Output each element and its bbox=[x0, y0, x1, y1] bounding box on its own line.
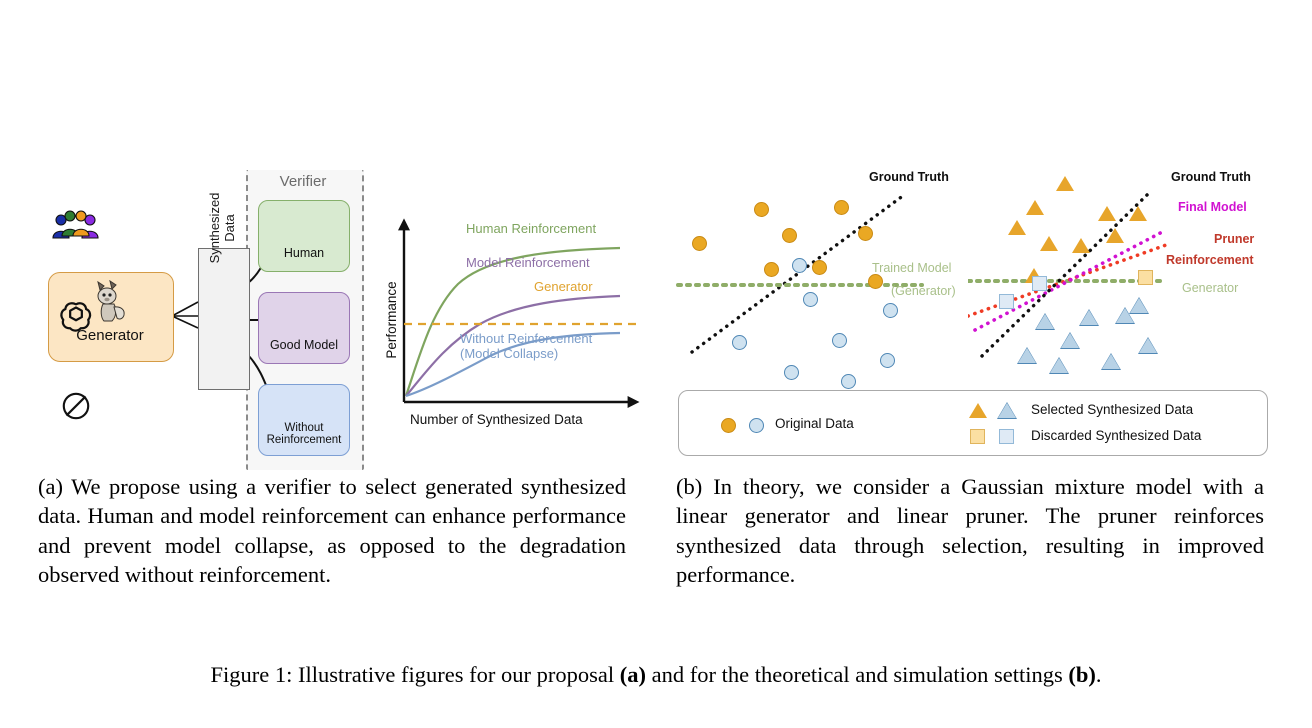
data-point-selected-orange bbox=[1008, 220, 1026, 235]
data-point-original-blue bbox=[784, 365, 799, 380]
data-point-discarded-blue bbox=[1032, 276, 1047, 291]
data-point-original-blue bbox=[880, 353, 895, 368]
verifier-card-good-model-label: Good Model bbox=[269, 338, 339, 352]
label-pruner: Pruner bbox=[1214, 232, 1255, 246]
data-point-original-orange bbox=[868, 274, 883, 289]
data-point-original-blue bbox=[792, 258, 807, 273]
verifier-card-human-label: Human bbox=[283, 246, 325, 260]
people-group-icon bbox=[30, 204, 122, 244]
legend-marker-discarded-orange bbox=[970, 429, 985, 444]
data-point-original-orange bbox=[692, 236, 707, 251]
data-point-selected-blue-fill bbox=[1061, 333, 1079, 348]
figure-1-root: Verifier Generator Synthesized Data Huma… bbox=[0, 0, 1312, 728]
data-point-original-blue bbox=[803, 292, 818, 307]
chart-y-axis-label: Performance bbox=[384, 281, 399, 359]
label-ground-truth-left: Ground Truth bbox=[869, 170, 949, 184]
legend-label-original-data: Original Data bbox=[775, 416, 854, 431]
panel-a: Verifier Generator Synthesized Data Huma… bbox=[30, 150, 640, 480]
label-pruner-reinforcement: Reinforcement bbox=[1166, 253, 1254, 267]
data-point-selected-orange bbox=[1129, 206, 1147, 221]
legend-label-selected-synthesized: Selected Synthesized Data bbox=[1031, 402, 1194, 417]
data-point-selected-orange bbox=[1040, 236, 1058, 251]
curve-label-human-reinforcement: Human Reinforcement bbox=[466, 221, 597, 236]
curve-label-without-line1: Without Reinforcement bbox=[460, 331, 593, 346]
data-point-original-orange bbox=[782, 228, 797, 243]
data-point-original-orange bbox=[812, 260, 827, 275]
synthesized-data-line1: Synthesized bbox=[207, 192, 223, 264]
data-point-selected-blue-fill bbox=[1139, 338, 1157, 353]
chart-x-axis-label: Number of Synthesized Data bbox=[410, 412, 583, 427]
figure-caption-a-tag: (a) bbox=[619, 662, 646, 687]
legend-marker-selected-orange bbox=[969, 403, 987, 418]
label-trained-model: Trained Model bbox=[872, 261, 952, 275]
data-point-original-orange bbox=[834, 200, 849, 215]
openai-logo-icon bbox=[30, 296, 122, 336]
scatter-right-lines bbox=[966, 192, 1168, 358]
legend-marker-original-orange bbox=[721, 418, 736, 433]
label-ground-truth-right: Ground Truth bbox=[1171, 170, 1251, 184]
legend-label-discarded-synthesized: Discarded Synthesized Data bbox=[1031, 428, 1202, 443]
data-point-selected-orange bbox=[1106, 228, 1124, 243]
panel-b-caption: (b) In theory, we consider a Gaussian mi… bbox=[676, 474, 1264, 587]
data-point-selected-blue-fill bbox=[1102, 354, 1120, 369]
verifier-card-human[interactable] bbox=[258, 200, 350, 272]
data-point-selected-orange bbox=[1098, 206, 1116, 221]
data-point-selected-blue-fill bbox=[1036, 314, 1054, 329]
panel-a-caption: (a) We propose using a verifier to selec… bbox=[38, 474, 626, 587]
without-reinforcement-line1: Without bbox=[284, 422, 324, 434]
data-point-selected-blue-fill bbox=[1116, 308, 1134, 323]
data-point-selected-blue-fill bbox=[1080, 310, 1098, 325]
data-point-selected-orange bbox=[1056, 176, 1074, 191]
data-point-original-orange bbox=[764, 262, 779, 277]
figure-caption-b-tag: (b) bbox=[1068, 662, 1096, 687]
label-generator-right: Generator bbox=[1182, 281, 1239, 295]
performance-chart-svg bbox=[398, 218, 640, 408]
data-point-original-blue bbox=[883, 303, 898, 318]
no-entry-slash-icon bbox=[30, 386, 122, 426]
without-reinforcement-line2: Reinforcement bbox=[266, 434, 342, 447]
curve-label-without-reinforcement: Without Reinforcement (Model Collapse) bbox=[460, 331, 593, 362]
synthesized-data-line2: Data bbox=[222, 214, 237, 242]
data-point-selected-orange bbox=[1026, 200, 1044, 215]
figure-caption-middle: and for the theoretical and simulation s… bbox=[646, 662, 1069, 687]
figure-caption-suffix: . bbox=[1095, 662, 1102, 687]
curve-label-model-reinforcement: Model Reinforcement bbox=[466, 255, 590, 270]
curve-label-generator: Generator bbox=[534, 279, 593, 294]
legend-marker-selected-blue-fill bbox=[998, 403, 1016, 418]
data-point-original-blue bbox=[732, 335, 747, 350]
data-point-original-orange bbox=[754, 202, 769, 217]
performance-chart: Performance Number of Synthesized Data H… bbox=[374, 214, 646, 444]
data-point-discarded-blue bbox=[999, 294, 1014, 309]
label-final-model: Final Model bbox=[1178, 200, 1247, 214]
data-point-discarded-orange bbox=[1138, 270, 1153, 285]
legend-marker-original-blue bbox=[749, 418, 764, 433]
scatter-plot-after: Ground Truth Final Model Pruner Reinforc… bbox=[966, 150, 1280, 386]
curve-label-without-line2: (Model Collapse) bbox=[460, 345, 559, 361]
data-point-original-blue bbox=[841, 374, 856, 389]
figure-caption-prefix: Figure 1: Illustrative figures for our p… bbox=[210, 662, 620, 687]
legend-marker-discarded-blue bbox=[999, 429, 1014, 444]
data-point-original-blue bbox=[832, 333, 847, 348]
data-point-selected-blue-fill bbox=[1050, 358, 1068, 373]
figure-caption: Figure 1: Illustrative figures for our p… bbox=[30, 662, 1282, 688]
synthesized-data-label: Synthesized Data bbox=[198, 158, 248, 298]
data-point-selected-orange bbox=[1072, 238, 1090, 253]
panel-b: Ground Truth Trained Model (Generator) G… bbox=[672, 150, 1280, 480]
label-trained-model-generator: (Generator) bbox=[891, 284, 956, 298]
scatter-plot-before: Ground Truth Trained Model (Generator) bbox=[672, 150, 972, 389]
verifier-card-good-model[interactable] bbox=[258, 292, 350, 364]
legend-box: Original Data Selected Synthesized Data … bbox=[678, 390, 1268, 456]
data-point-selected-blue-fill bbox=[1018, 348, 1036, 363]
verifier-card-without-reinforcement-label: Without Reinforcement bbox=[258, 422, 350, 447]
data-point-original-orange bbox=[858, 226, 873, 241]
